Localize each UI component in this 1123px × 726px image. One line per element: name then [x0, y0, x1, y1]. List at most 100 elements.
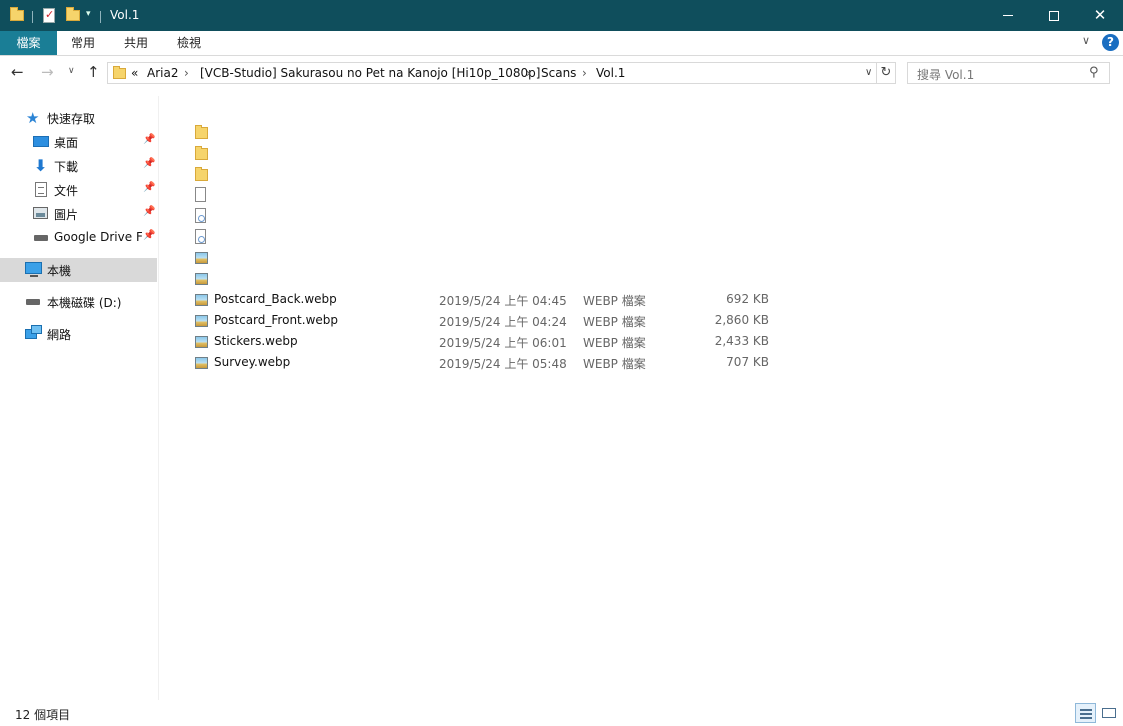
properties-icon[interactable]: [43, 8, 55, 23]
sidebar-item-google-drive[interactable]: Google Drive Fi 📌: [0, 226, 157, 250]
pin-icon[interactable]: 📌: [143, 206, 155, 217]
sidebar-item-label: 本機: [47, 264, 72, 278]
sidebar-item-label: 圖片: [54, 208, 79, 222]
sidebar-item-pictures[interactable]: 圖片 📌: [0, 202, 157, 226]
navigation-pane: ★ 快速存取 桌面 📌 ⬇ 下載 📌 文件 📌 圖片 📌 Google Driv…: [0, 96, 159, 700]
breadcrumb-vol1[interactable]: Vol.1: [596, 66, 625, 80]
close-button[interactable]: ✕: [1077, 0, 1123, 31]
sidebar-item-downloads[interactable]: ⬇ 下載 📌: [0, 154, 157, 178]
list-item[interactable]: [195, 226, 895, 247]
list-item[interactable]: [195, 142, 895, 163]
details-view-button[interactable]: [1075, 703, 1096, 723]
drive-icon: [34, 235, 48, 241]
list-item[interactable]: Survey.webp 2019/5/24 上午 05:48 WEBP 檔案 7…: [195, 352, 895, 373]
chevron-right-icon[interactable]: ›: [184, 66, 189, 80]
details-view-icon: [1080, 717, 1092, 719]
sidebar-item-label: 網路: [47, 328, 72, 342]
image-file-icon: [195, 252, 208, 264]
address-bar[interactable]: « Aria2 › [VCB-Studio] Sakurasou no Pet …: [107, 62, 877, 84]
forward-arrow-icon[interactable]: →: [41, 63, 54, 81]
list-item[interactable]: [195, 205, 895, 226]
file-type: WEBP 檔案: [583, 294, 646, 308]
sidebar-item-desktop[interactable]: 桌面 📌: [0, 130, 157, 154]
blank-file-icon: [195, 187, 206, 202]
details-view-icon: [1080, 709, 1092, 711]
file-date: 2019/5/24 上午 06:01: [439, 336, 567, 350]
breadcrumb-vcb-studio[interactable]: [VCB-Studio] Sakurasou no Pet na Kanojo …: [200, 66, 540, 80]
refresh-button[interactable]: ↻: [877, 62, 896, 84]
help-icon[interactable]: ?: [1102, 34, 1119, 51]
sidebar-item-quick-access[interactable]: ★ 快速存取: [0, 106, 157, 130]
file-date: 2019/5/24 上午 04:45: [439, 294, 567, 308]
list-item[interactable]: Postcard_Front.webp 2019/5/24 上午 04:24 W…: [195, 310, 895, 331]
minimize-icon: [1003, 15, 1013, 16]
folder-icon: [195, 125, 208, 139]
large-icons-view-button[interactable]: [1098, 703, 1119, 723]
file-size: 692 KB: [726, 292, 769, 306]
sidebar-item-label: Google Drive Fi: [54, 230, 142, 244]
image-document-icon: [195, 208, 206, 223]
chevron-right-icon[interactable]: ›: [526, 66, 531, 80]
list-item[interactable]: Postcard_Back.webp 2019/5/24 上午 04:45 WE…: [195, 289, 895, 310]
recent-locations-chevron-icon[interactable]: ∨: [68, 66, 75, 76]
file-name: Stickers.webp: [214, 334, 298, 348]
tab-view[interactable]: 檢視: [163, 31, 215, 55]
ribbon-tabs: 檔案 常用 共用 檢視 ∨ ?: [0, 31, 1123, 56]
minimize-button[interactable]: [985, 0, 1031, 31]
window-title: Vol.1: [110, 8, 140, 22]
computer-icon: [25, 262, 42, 277]
maximize-button[interactable]: [1031, 0, 1077, 31]
image-file-icon: [195, 336, 208, 348]
image-file-icon: [195, 357, 208, 369]
expand-ribbon-chevron-icon[interactable]: ∨: [1082, 34, 1090, 47]
list-item[interactable]: [195, 163, 895, 184]
file-date: 2019/5/24 上午 05:48: [439, 357, 567, 371]
folder-icon: [195, 167, 208, 181]
breadcrumb-scans[interactable]: Scans: [541, 66, 576, 80]
customize-toolbar-dropdown-icon[interactable]: ▾: [86, 9, 91, 19]
document-icon: [35, 182, 47, 197]
file-size: 2,433 KB: [714, 334, 769, 348]
drive-icon: [26, 299, 40, 305]
pin-icon[interactable]: 📌: [143, 158, 155, 169]
file-date: 2019/5/24 上午 04:24: [439, 315, 567, 329]
file-explorer-window: ▾ Vol.1 ✕ 檔案 常用 共用 檢視 ∨ ? ← → ∨ ↑ « Aria…: [0, 0, 1123, 726]
sidebar-item-network[interactable]: 網路: [0, 322, 157, 346]
list-item[interactable]: [195, 247, 895, 268]
image-file-icon: [195, 315, 208, 327]
tab-share[interactable]: 共用: [109, 31, 163, 55]
address-dropdown-icon[interactable]: ∨: [865, 67, 872, 78]
new-folder-icon[interactable]: [66, 7, 80, 21]
tab-file[interactable]: 檔案: [0, 31, 57, 55]
image-file-icon: [195, 294, 208, 306]
sidebar-item-documents[interactable]: 文件 📌: [0, 178, 157, 202]
details-view-icon: [1080, 713, 1092, 715]
list-item[interactable]: [195, 184, 895, 205]
title-bar: ▾ Vol.1 ✕: [0, 0, 1123, 31]
file-name: Survey.webp: [214, 355, 291, 369]
folder-icon: [195, 146, 208, 160]
breadcrumb-overflow[interactable]: «: [131, 66, 138, 80]
close-icon: ✕: [1093, 6, 1107, 24]
list-item[interactable]: [195, 268, 895, 289]
list-item[interactable]: Stickers.webp 2019/5/24 上午 06:01 WEBP 檔案…: [195, 331, 895, 352]
pin-icon[interactable]: 📌: [143, 134, 155, 145]
search-input[interactable]: 搜尋 Vol.1 ⚲: [907, 62, 1110, 84]
image-document-icon: [195, 229, 206, 244]
sidebar-item-local-disk[interactable]: 本機磁碟 (D:): [0, 290, 157, 314]
back-arrow-icon[interactable]: ←: [11, 63, 24, 81]
breadcrumb-aria2[interactable]: Aria2: [147, 66, 178, 80]
pin-icon[interactable]: 📌: [143, 182, 155, 193]
file-name: Postcard_Back.webp: [214, 292, 337, 306]
pin-icon[interactable]: 📌: [143, 230, 155, 241]
network-icon: [25, 325, 42, 339]
toolbar-separator: [100, 11, 101, 23]
tab-home[interactable]: 常用: [57, 31, 109, 55]
sidebar-item-label: 桌面: [54, 136, 79, 150]
sidebar-item-this-pc[interactable]: 本機: [0, 258, 157, 282]
star-icon: ★: [26, 109, 40, 127]
list-item[interactable]: [195, 121, 895, 142]
chevron-right-icon[interactable]: ›: [582, 66, 587, 80]
up-arrow-icon[interactable]: ↑: [87, 63, 100, 81]
file-size: 2,860 KB: [714, 313, 769, 327]
